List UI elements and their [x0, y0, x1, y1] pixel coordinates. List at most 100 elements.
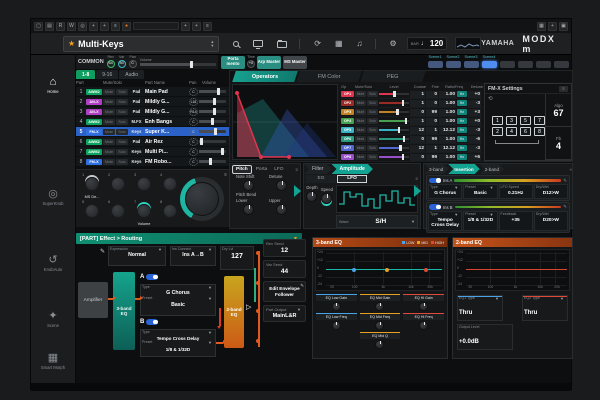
part-row[interactable]: 1AWM2MuteSoloPadMain PadC	[76, 87, 229, 96]
lfo-depth-knob[interactable]: Depth	[306, 185, 318, 228]
mute-button[interactable]: Mute	[103, 159, 115, 165]
operator-spectrum-graph[interactable]	[232, 84, 338, 160]
part-row[interactable]: 2AN-XMuteSoloPadMildly G...L16	[76, 97, 229, 106]
level-slider[interactable]	[379, 156, 409, 158]
mute-button[interactable]: Mute	[103, 89, 115, 95]
level-slider[interactable]	[379, 111, 409, 113]
2band-eq-graph[interactable]: +24+120-12-24 201001k10k20k	[455, 249, 570, 291]
read-automation-button[interactable]: R	[56, 22, 65, 31]
mute-button[interactable]: Mute	[103, 139, 115, 145]
add-icon[interactable]: +	[89, 22, 98, 31]
part-row[interactable]: 4AWM2MuteSoloM.FXEnh BangsC	[76, 117, 229, 126]
eq1-type-select[interactable]: EQ1 Type▼Thru	[457, 295, 503, 321]
pan-knob[interactable]: C	[189, 158, 198, 166]
eq-hi-gain-knob[interactable]: EQ Hi Gain	[403, 294, 444, 311]
folder-icon[interactable]	[277, 39, 287, 48]
volume-slider[interactable]	[199, 120, 226, 123]
part-row-selected[interactable]: 5FM-XMuteSoloKeysSuper K...C	[76, 127, 229, 136]
part-row[interactable]: 3AN-XMuteSoloPadMildly G...R14	[76, 107, 229, 116]
ins-b-preset[interactable]: Preset▼1/8 & 1/32D	[463, 211, 497, 231]
solo-button[interactable]: Solo	[116, 159, 128, 165]
tab-eg[interactable]: EG	[306, 175, 336, 183]
algo-number[interactable]: Algo67	[546, 94, 571, 127]
3band-eq-block[interactable]: 3-band EQ	[113, 272, 135, 350]
nav-smart-morph[interactable]: ▦ Smart Morph	[31, 353, 75, 370]
tab-audio[interactable]: Audio	[119, 70, 144, 79]
bypass-icon[interactable]: ◎	[78, 22, 87, 31]
eq-mid-point[interactable]	[385, 268, 389, 272]
output-level-field[interactable]: Output Level+0.0dB	[457, 324, 513, 350]
eq-hi-point[interactable]	[424, 268, 428, 272]
ins-collapse-icon[interactable]: «	[569, 167, 572, 172]
feedback-value[interactable]: Fb4	[546, 127, 571, 160]
prev-preset-icon[interactable]: +	[181, 22, 190, 31]
volume-slider[interactable]	[199, 130, 226, 133]
solo-button[interactable]: Solo	[367, 118, 378, 124]
pitch-menu-icon[interactable]: ≡	[295, 167, 298, 172]
mute-button[interactable]: Mute	[355, 109, 366, 115]
amp-menu-icon[interactable]: ≡	[415, 176, 418, 181]
mute-button[interactable]: Mute	[355, 145, 366, 151]
3band-eq-graph[interactable]: +24+120-12-24 201001k10k20k	[315, 249, 445, 291]
expression-select[interactable]: Expression▼Normal	[108, 246, 166, 266]
mute-button[interactable]: Mute	[355, 136, 366, 142]
insert-icon[interactable]: +	[100, 22, 109, 31]
dry-level-field[interactable]: Dry Lvl127	[220, 246, 254, 270]
mute-button[interactable]: Mute	[103, 99, 115, 105]
expression-edit-icon[interactable]: ✎	[100, 248, 105, 255]
note-shift-knob[interactable]: Note Shift	[232, 174, 265, 191]
tab-3band[interactable]: 3-band	[424, 164, 448, 174]
solo-button[interactable]: Solo	[367, 91, 378, 97]
solo-button[interactable]: Solo	[116, 149, 128, 155]
bend-lower-knob[interactable]: Lower	[232, 198, 265, 215]
tab-parts-9-16[interactable]: 9-16	[96, 70, 118, 79]
lfo-speed-knob[interactable]: Speed	[321, 187, 333, 228]
mute-button[interactable]: Mute	[355, 127, 366, 133]
variation-send-knob[interactable]: Var50	[118, 56, 126, 68]
tempo-display[interactable]: BAR ♩ 120	[407, 37, 448, 50]
eq2-type-select[interactable]: EQ2 Type▼Thru	[522, 295, 568, 321]
level-slider[interactable]	[379, 93, 409, 95]
dock-icon[interactable]: ▣	[559, 22, 568, 31]
ins-a-lfo-speed[interactable]: LFO Speed0.21Hz	[499, 184, 533, 199]
expand-icon[interactable]: +	[548, 22, 557, 31]
assign-knob-6[interactable]: 6	[106, 199, 130, 226]
search-icon[interactable]	[233, 41, 239, 47]
operator-row[interactable]: OP4MuteSolo101.00Hz+0	[341, 117, 483, 126]
eq-mid-q-knob[interactable]: EQ Mid Q	[360, 332, 401, 349]
ins-connect-select[interactable]: Ins Connect▼Ins A→B	[170, 246, 216, 266]
fmx-menu-icon[interactable]: ≡	[559, 86, 568, 92]
pan-knob[interactable]: C	[189, 118, 198, 126]
write-automation-button[interactable]: W	[67, 22, 76, 31]
notes-icon[interactable]: ♫	[357, 39, 363, 48]
mute-button[interactable]: Mute	[355, 118, 366, 124]
tab-filter[interactable]: Filter	[304, 164, 332, 174]
tab-lfo[interactable]: LFO	[271, 166, 286, 173]
pan-knob[interactable]: R14	[189, 108, 198, 116]
eq-low-point[interactable]	[352, 268, 356, 272]
volume-slider[interactable]	[199, 140, 226, 143]
ins-a-route-toggle[interactable]: A	[140, 274, 158, 280]
favorite-star-icon[interactable]: ★	[68, 39, 75, 48]
settings-gear-icon[interactable]: ⚙	[389, 39, 396, 48]
record-state-icon[interactable]: ●	[122, 22, 131, 31]
volume-slider[interactable]	[199, 150, 226, 153]
operator-row[interactable]: OP2MuteSolo101.00Hz-3	[341, 99, 483, 108]
var-send-field[interactable]: Var Send44	[263, 260, 306, 278]
assign-knob-8[interactable]: 8	[158, 199, 182, 226]
performance-name-box[interactable]: ★ Multi-Keys ▲▼	[63, 36, 219, 52]
level-slider[interactable]	[379, 102, 409, 104]
scene-button-6[interactable]	[518, 61, 533, 68]
grid-view-icon[interactable]: ▦	[537, 22, 546, 31]
scene-button-2[interactable]	[446, 61, 461, 68]
next-preset-icon[interactable]: +	[192, 22, 201, 31]
scene-button-3[interactable]	[464, 61, 479, 68]
scene-button-1[interactable]	[428, 61, 443, 68]
ins-a-route-box[interactable]: Type▼G Chorus Preset▼Basic	[140, 284, 216, 316]
mute-button[interactable]: Mute	[103, 149, 115, 155]
tab-2band[interactable]: 2-band	[480, 164, 504, 174]
volume-slider[interactable]	[199, 110, 226, 113]
pan-knob[interactable]: L16	[189, 98, 198, 106]
part-row[interactable]: 8FM-XMuteSoloKeysFM Robo...C	[76, 157, 229, 166]
mute-button[interactable]: Mute	[355, 100, 366, 106]
